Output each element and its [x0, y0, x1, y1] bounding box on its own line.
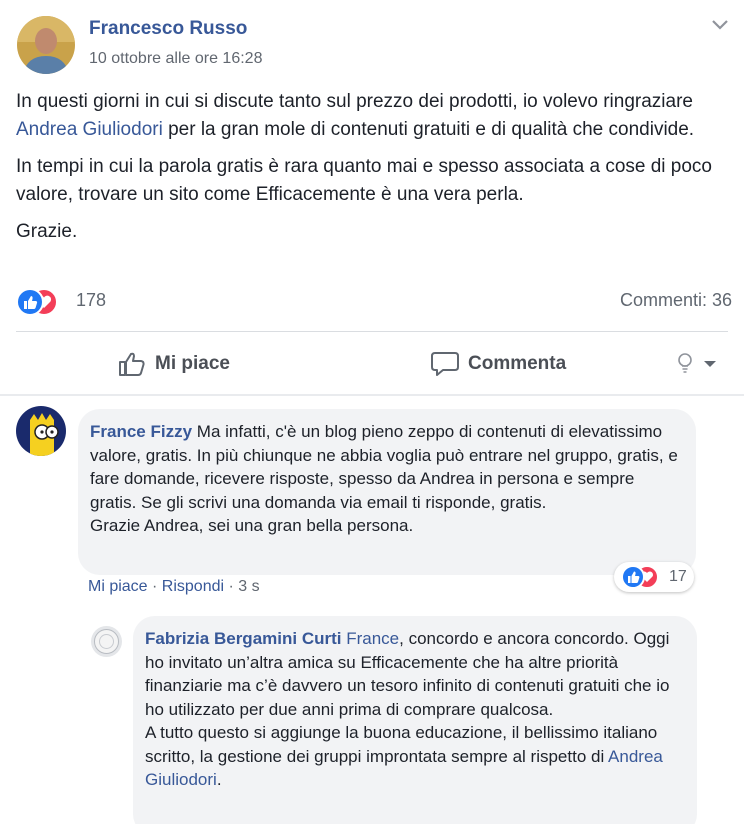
comment-reactions-count: 17: [669, 568, 687, 585]
reply-text: A tutto questo si aggiunge la buona educ…: [145, 723, 658, 766]
comment-reactions[interactable]: 17: [614, 562, 694, 592]
comment-button[interactable]: Commenta: [430, 348, 566, 380]
commenter-name[interactable]: France Fizzy: [90, 422, 192, 441]
reaction-icons[interactable]: [16, 288, 72, 316]
comments-count[interactable]: Commenti: 36: [620, 290, 732, 311]
comment-text: Grazie Andrea, sei una gran bella person…: [90, 516, 414, 535]
reply-text-end: .: [216, 770, 222, 789]
author-avatar[interactable]: [17, 16, 75, 74]
commenter-avatar[interactable]: [16, 406, 66, 456]
reactions-summary: 178 Commenti: 36: [16, 286, 732, 318]
post-paragraph: In tempi in cui la parola gratis è rara …: [16, 156, 712, 205]
post-text-segment: In questi giorni in cui si discute tanto…: [16, 91, 693, 112]
post-text: In questi giorni in cui si discute tanto…: [16, 88, 732, 255]
comment-label: Commenta: [468, 353, 567, 374]
chevron-down-icon[interactable]: [710, 18, 730, 32]
comment-like-link[interactable]: Mi piace: [88, 578, 148, 595]
comment-bubble: France Fizzy Ma infatti, c'è un blog pie…: [78, 409, 696, 575]
comment-icon: [431, 352, 459, 376]
comment-actions: Mi piace · Rispondi · 3 s: [88, 578, 260, 595]
thumbs-up-icon: [119, 352, 145, 376]
reactions-count[interactable]: 178: [76, 290, 106, 311]
like-button[interactable]: Mi piace: [117, 348, 230, 380]
post-paragraph: Grazie.: [16, 221, 78, 242]
divider: [16, 331, 728, 332]
mention-link[interactable]: Andrea Giuliodori: [16, 119, 163, 140]
comment-reply-link[interactable]: Rispondi: [162, 578, 224, 595]
post-text-segment: per la gran mole di contenuti gratuiti e…: [162, 119, 695, 140]
post-paragraph: In questi giorni in cui si discute tanto…: [16, 88, 732, 144]
comment-time[interactable]: 3 s: [238, 578, 259, 595]
like-label: Mi piace: [155, 353, 230, 374]
post-actions: Mi piace Commenta: [0, 340, 744, 388]
reply-bubble: Fabrizia Bergamini Curti France, concord…: [133, 616, 697, 824]
replier-avatar[interactable]: [91, 626, 122, 657]
caret-down-icon: [704, 361, 716, 367]
lightbulb-icon: [678, 353, 692, 373]
mention-link[interactable]: France: [346, 629, 399, 648]
replier-name[interactable]: Fabrizia Bergamini Curti: [145, 629, 341, 648]
reaction-options-button[interactable]: [676, 348, 728, 380]
section-separator: [0, 394, 744, 396]
post-timestamp[interactable]: 10 ottobre alle ore 16:28: [89, 50, 262, 68]
author-name[interactable]: Francesco Russo: [89, 18, 247, 40]
post-header: Francesco Russo 10 ottobre alle ore 16:2…: [0, 0, 744, 80]
